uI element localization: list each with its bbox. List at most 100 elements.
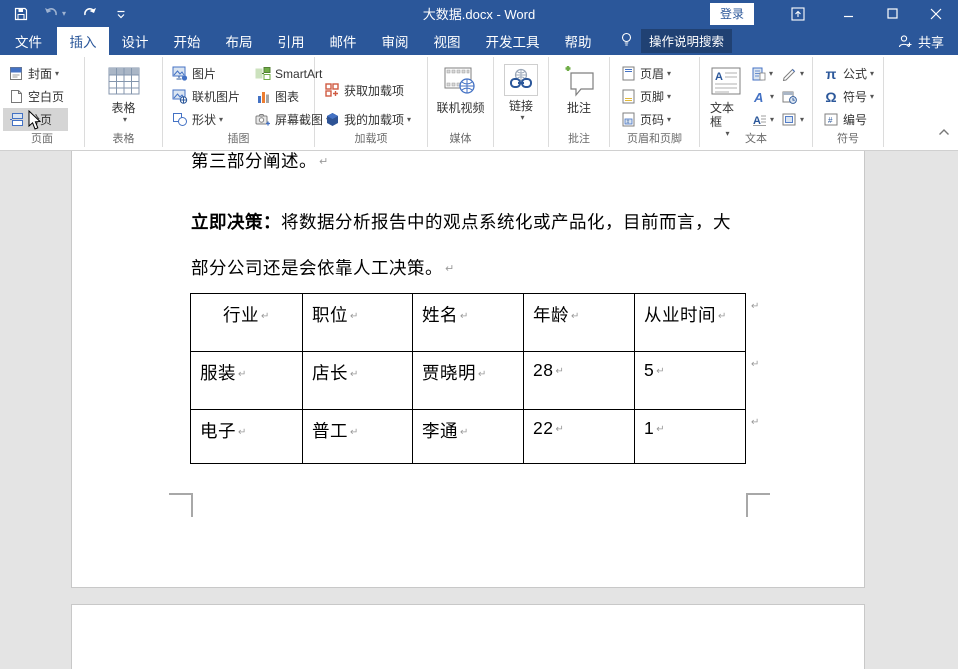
number-button[interactable]: # 编号 [818, 108, 878, 131]
chart-icon [254, 89, 272, 105]
table-cell[interactable]: 职位 [303, 294, 413, 352]
mouse-cursor [28, 110, 43, 136]
tab-help[interactable]: 帮助 [552, 27, 604, 55]
collapse-ribbon-icon[interactable] [938, 123, 950, 141]
document-table[interactable]: 行业 职位 姓名 年龄 从业时间 服装 店长 贾晓明 28 5 电子 普工 李通… [190, 293, 746, 464]
tab-references[interactable]: 引用 [265, 27, 317, 55]
tab-developer[interactable]: 开发工具 [473, 27, 552, 55]
table-cell[interactable]: 1 [635, 410, 746, 464]
customize-qat-icon[interactable] [112, 5, 130, 23]
equation-icon: π [822, 66, 840, 82]
group-links: 链接 ▾ [494, 57, 549, 147]
minimize-button[interactable] [826, 0, 870, 27]
maximize-button[interactable] [870, 0, 914, 27]
tab-review[interactable]: 审阅 [369, 27, 421, 55]
table-cell[interactable]: 电子 [191, 410, 303, 464]
date-time-icon [782, 90, 797, 104]
table-cell[interactable]: 从业时间 [635, 294, 746, 352]
tab-design[interactable]: 设计 [109, 27, 161, 55]
margin-corner-mark-right [746, 493, 770, 517]
table-cell[interactable]: 店长 [303, 352, 413, 410]
table-cell[interactable]: 年龄 [524, 294, 635, 352]
tab-file[interactable]: 文件 [0, 27, 57, 55]
table-cell[interactable]: 普工 [303, 410, 413, 464]
tab-home[interactable]: 开始 [161, 27, 213, 55]
table-cell[interactable]: 贾晓明 [413, 352, 524, 410]
symbol-button[interactable]: Ω 符号▾ [818, 85, 878, 108]
chevron-down-icon: ▾ [123, 115, 127, 124]
svg-text:#: # [626, 120, 629, 126]
tab-mailings[interactable]: 邮件 [317, 27, 369, 55]
wordart-icon: A [752, 90, 767, 104]
paragraph-2-line-2[interactable]: 部分公司还是会依靠人工决策。 [191, 255, 455, 280]
cover-page-button[interactable]: 封面▾ [3, 62, 68, 85]
redo-button[interactable] [80, 5, 98, 23]
group-label-media: 媒体 [428, 130, 493, 146]
share-button[interactable]: 共享 [898, 27, 944, 55]
table-cell[interactable]: 行业 [191, 294, 303, 352]
link-button[interactable]: 链接 ▾ [498, 62, 544, 147]
wordart-button[interactable]: A ▾ [752, 90, 782, 104]
equation-button[interactable]: π 公式▾ [818, 62, 878, 85]
chevron-down-icon: ▾ [800, 115, 804, 124]
undo-dropdown-icon[interactable]: ▾ [62, 9, 66, 18]
table-icon [108, 64, 140, 98]
online-pictures-button[interactable]: 联机图片 [167, 85, 244, 108]
save-icon[interactable] [12, 5, 30, 23]
number-icon: # [822, 112, 840, 128]
pictures-button[interactable]: 图片 [167, 62, 244, 85]
signature-line-icon [782, 67, 797, 81]
screenshot-icon [254, 112, 272, 128]
page-2[interactable] [71, 604, 865, 669]
paragraph-2-line-1[interactable]: 立即决策：将数据分析报告中的观点系统化或产品化，目前而言，大 [191, 209, 731, 234]
table-cell[interactable]: 22 [524, 410, 635, 464]
drop-cap-button[interactable]: A ▾ [752, 113, 782, 127]
svg-text:#: # [828, 116, 833, 125]
blank-page-icon [7, 89, 25, 105]
get-addins-icon [323, 82, 341, 98]
share-person-icon [898, 34, 913, 48]
table-cell[interactable]: 28 [524, 352, 635, 410]
chevron-down-icon: ▾ [520, 113, 524, 122]
undo-button[interactable]: ▾ [44, 7, 66, 20]
table-cell[interactable]: 李通 [413, 410, 524, 464]
smartart-icon [254, 66, 272, 82]
table-cell[interactable]: 服装 [191, 352, 303, 410]
header-button[interactable]: 页眉▾ [615, 62, 675, 85]
get-addins-button[interactable]: 获取加载项 [319, 79, 415, 102]
shapes-button[interactable]: 形状▾ [167, 108, 244, 131]
table-cell[interactable]: 姓名 [413, 294, 524, 352]
pictures-icon [171, 66, 189, 82]
ribbon-display-options-icon[interactable] [776, 0, 820, 27]
tell-me-search-input[interactable]: 操作说明搜索 [641, 29, 732, 53]
close-button[interactable] [914, 0, 958, 27]
document-area[interactable]: 第三部分阐述。 立即决策：将数据分析报告中的观点系统化或产品化，目前而言，大 部… [0, 151, 958, 669]
end-of-row-mark: ↵ [751, 417, 759, 428]
tab-view[interactable]: 视图 [421, 27, 473, 55]
table-cell[interactable]: 5 [635, 352, 746, 410]
ribbon-right-area [884, 57, 958, 147]
online-pictures-icon [171, 89, 189, 105]
my-addins-button[interactable]: 我的加载项▾ [319, 108, 415, 131]
ribbon-tabs: 文件 插入 设计 开始 布局 引用 邮件 审阅 视图 开发工具 帮助 操作说明搜… [0, 27, 958, 55]
chevron-down-icon: ▾ [770, 115, 774, 124]
titlebar-controls: 登录 [710, 0, 958, 27]
tab-layout[interactable]: 布局 [213, 27, 265, 55]
group-addins: 获取加载项 我的加载项▾ 加载项 [315, 57, 428, 147]
footer-button[interactable]: 页脚▾ [615, 85, 675, 108]
date-time-button[interactable] [782, 90, 812, 104]
paragraph-1[interactable]: 第三部分阐述。 [191, 148, 329, 173]
signature-line-button[interactable]: ▾ [782, 67, 812, 81]
page-number-button[interactable]: # 页码▾ [615, 108, 675, 131]
quick-access-toolbar: ▾ [0, 5, 130, 23]
shapes-icon [171, 112, 189, 128]
group-label-header-footer: 页眉和页脚 [610, 130, 699, 146]
object-button[interactable]: ▾ [782, 113, 812, 127]
page-1[interactable]: 第三部分阐述。 立即决策：将数据分析报告中的观点系统化或产品化，目前而言，大 部… [71, 151, 865, 588]
chevron-down-icon: ▾ [770, 92, 774, 101]
header-icon [619, 66, 637, 82]
quick-parts-button[interactable]: ▾ [752, 67, 782, 81]
blank-page-button[interactable]: 空白页 [3, 85, 68, 108]
tab-insert[interactable]: 插入 [57, 27, 109, 55]
sign-in-button[interactable]: 登录 [710, 3, 754, 25]
